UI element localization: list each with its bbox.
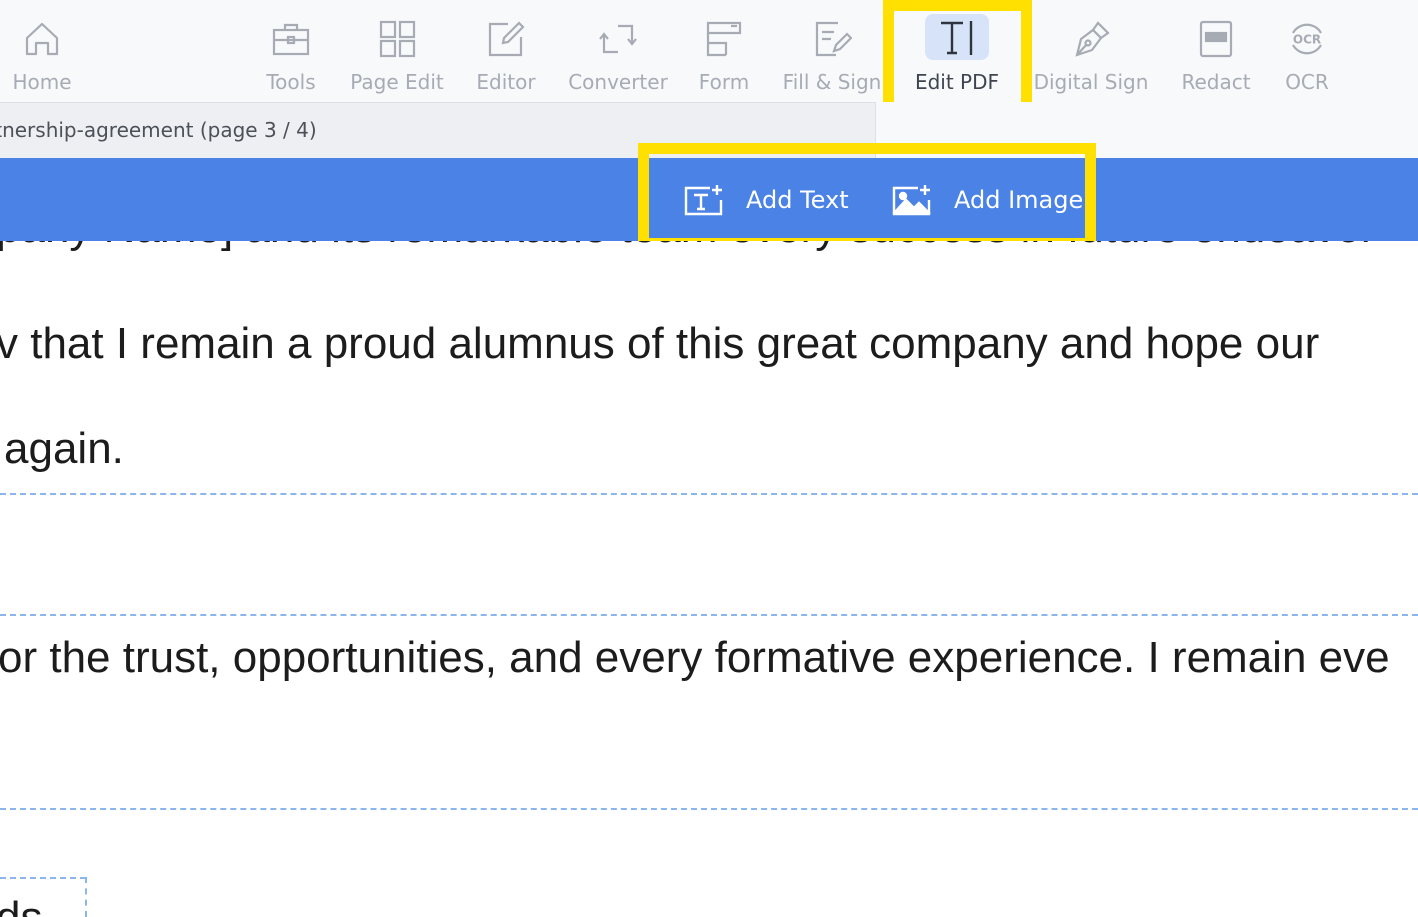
toolbar-ocr[interactable]: OCR OCR <box>1270 0 1344 102</box>
doc-line-3[interactable]: again. <box>4 424 124 474</box>
toolbar-digital-sign[interactable]: Digital Sign <box>1030 0 1152 102</box>
toolbar-page-edit[interactable]: Page Edit <box>344 0 450 102</box>
toolbar-converter-label: Converter <box>568 70 668 94</box>
toolbar-digital-sign-label: Digital Sign <box>1033 70 1149 94</box>
toolbar-edit-pdf-label: Edit PDF <box>914 70 1000 94</box>
document-page: pany Name] and its remarkable team every… <box>0 241 1418 917</box>
toolbar-editor-label: Editor <box>476 70 536 94</box>
text-block-border <box>0 808 1418 810</box>
svg-text:OCR: OCR <box>1293 33 1321 47</box>
toolbar-converter[interactable]: Converter <box>562 0 674 102</box>
redact-icon <box>1195 18 1237 60</box>
doc-line-2[interactable]: v that I remain a proud alumnus of this … <box>0 319 1319 369</box>
briefcase-icon <box>270 18 312 60</box>
tab-document[interactable]: rtnership-agreement (page 3 / 4) <box>0 102 876 158</box>
tab-document-title: rtnership-agreement (page 3 / 4) <box>0 118 317 142</box>
doc-line-1[interactable]: pany Name] and its remarkable team every… <box>0 241 1375 253</box>
home-icon <box>21 18 63 60</box>
grid-icon <box>376 18 418 60</box>
toolbar-ocr-label: OCR <box>1285 70 1329 94</box>
toolbar-home[interactable]: Home <box>2 0 82 102</box>
fill-sign-icon <box>811 18 853 60</box>
text-block-border <box>0 614 1418 616</box>
add-text-button[interactable]: Add Text <box>684 158 849 241</box>
text-block-border <box>85 877 87 917</box>
toolbar-editor[interactable]: Editor <box>466 0 546 102</box>
convert-icon <box>597 18 639 60</box>
toolbar-tools[interactable]: Tools <box>251 0 331 102</box>
add-image-label: Add Image <box>954 185 1084 214</box>
ocr-icon: OCR <box>1286 18 1328 60</box>
toolbar-form-label: Form <box>698 70 750 94</box>
add-image-icon <box>892 184 931 215</box>
add-text-label: Add Text <box>746 185 849 214</box>
text-block-border <box>0 493 1418 495</box>
form-icon <box>703 18 745 60</box>
text-block-border <box>0 877 86 879</box>
toolbar-redact-label: Redact <box>1181 70 1251 94</box>
add-text-icon <box>684 184 723 215</box>
toolbar-fill-sign-label: Fill & Sign <box>782 70 882 94</box>
toolbar-tools-label: Tools <box>266 70 316 94</box>
toolbar-redact[interactable]: Redact <box>1176 0 1256 102</box>
doc-line-5[interactable]: ds <box>0 893 42 917</box>
toolbar-form[interactable]: Form <box>684 0 764 102</box>
toolbar-edit-pdf[interactable]: Edit PDF <box>905 0 1009 102</box>
doc-line-4[interactable]: or the trust, opportunities, and every f… <box>0 633 1390 683</box>
toolbar-page-edit-label: Page Edit <box>350 70 444 94</box>
edit-icon <box>485 18 527 60</box>
toolbar-fill-sign[interactable]: Fill & Sign <box>776 0 888 102</box>
pen-nib-icon <box>1070 18 1112 60</box>
add-image-button[interactable]: Add Image <box>892 158 1083 241</box>
toolbar-home-label: Home <box>12 70 72 94</box>
text-cursor-icon <box>925 14 989 60</box>
